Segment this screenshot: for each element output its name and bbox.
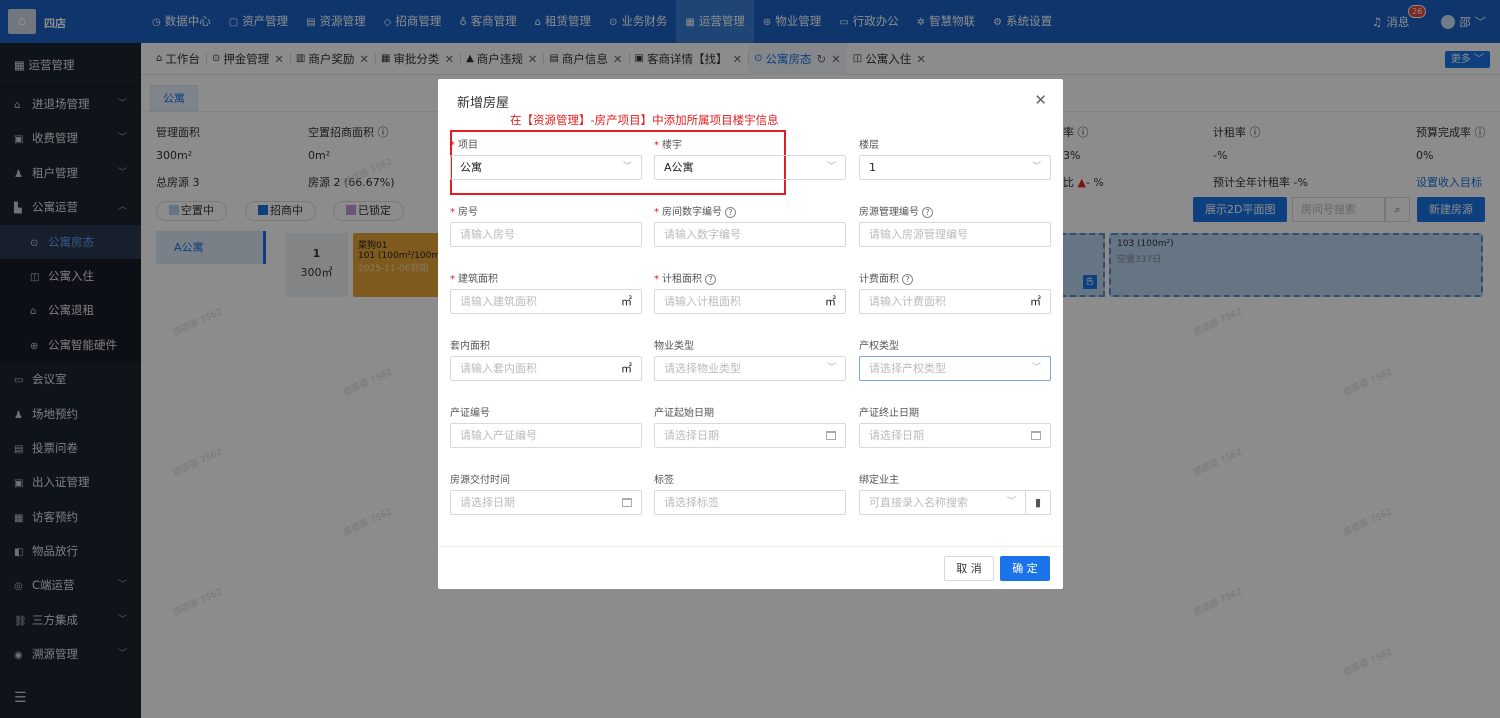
help-icon[interactable]: ? [902,274,913,285]
field-cert-start: 产证起始日期 请选择日期 [654,404,846,448]
confirm-button[interactable]: 确 定 [1000,556,1050,581]
required-mark: * [654,207,659,218]
field-label: 楼层 [859,140,879,151]
field-label: * 项目 [450,140,478,151]
floor-select[interactable]: 1 ﹀ [859,155,1051,180]
ownership-type-select[interactable]: 请选择产权类型 ﹀ [859,356,1051,381]
field-delivery-time: 房源交付时间 请选择日期 [450,471,642,515]
clipboard-icon[interactable]: ▮ [1025,491,1050,514]
field-label: 房源交付时间 [450,475,510,486]
field-cert-end: 产证终止日期 请选择日期 [859,404,1051,448]
help-icon[interactable]: ? [725,207,736,218]
field-label: * 房间数字编号? [654,203,846,218]
cert-end-date[interactable]: 请选择日期 [859,423,1051,448]
building-select[interactable]: A公寓 ﹀ [654,155,846,180]
field-label: 套内面积 [450,341,490,352]
field-label: * 建筑面积 [450,274,498,285]
required-mark: * [450,207,455,218]
field-ownership-type: 产权类型 请选择产权类型 ﹀ [859,337,1051,381]
field-label: 计费面积? [859,270,1051,285]
field-rent-area: * 计租面积? 请输入计租面积㎡ [654,270,846,314]
field-mgmt-no: 房源管理编号? 请输入房源管理编号 [859,203,1051,247]
calendar-icon [826,431,836,440]
field-label: 物业类型 [654,341,694,352]
required-mark: * [654,140,659,151]
field-label: * 计租面积? [654,270,846,285]
project-select[interactable]: 公寓 ﹀ [450,155,642,180]
required-mark: * [654,274,659,285]
unit-suffix: ㎡ [1030,295,1041,308]
field-label: * 楼宇 [654,140,682,151]
cancel-button[interactable]: 取 消 [944,556,994,581]
dialog-footer-divider [438,546,1063,547]
field-label: 产证终止日期 [859,408,919,419]
field-property-type: 物业类型 请选择物业类型 ﹀ [654,337,846,381]
required-mark: * [450,140,455,151]
field-label: * 房号 [450,207,478,218]
room-digit-input[interactable]: 请输入数字编号 [654,222,846,247]
help-icon[interactable]: ? [705,274,716,285]
property-type-select[interactable]: 请选择物业类型 ﹀ [654,356,846,381]
chevron-down-icon: ﹀ [826,162,836,172]
cert-start-date[interactable]: 请选择日期 [654,423,846,448]
tags-select[interactable]: 请选择标签 [654,490,846,515]
close-icon[interactable]: ✕ [1034,91,1047,109]
build-area-input[interactable]: 请输入建筑面积㎡ [450,289,642,314]
calendar-icon [622,498,632,507]
field-label: 产证起始日期 [654,408,714,419]
cert-no-input[interactable]: 请输入产证编号 [450,423,642,448]
unit-suffix: ㎡ [825,295,836,308]
field-label: 产证编号 [450,408,490,419]
field-tags: 标签 请选择标签 [654,471,846,515]
field-floor: 楼层 1 ﹀ [859,136,1051,180]
chevron-down-icon: ﹀ [826,363,836,373]
field-label: 绑定业主 [859,475,899,486]
chevron-down-icon: ﹀ [1006,497,1016,507]
field-cert-no: 产证编号 请输入产证编号 [450,404,642,448]
fee-area-input[interactable]: 请输入计费面积㎡ [859,289,1051,314]
delivery-date[interactable]: 请选择日期 [450,490,642,515]
field-room-no: * 房号 请输入房号 [450,203,642,247]
mgmt-no-input[interactable]: 请输入房源管理编号 [859,222,1051,247]
chevron-down-icon: ﹀ [1031,162,1041,172]
field-project: * 项目 公寓 ﹀ [450,136,642,180]
unit-suffix: ㎡ [621,295,632,308]
help-icon[interactable]: ? [922,207,933,218]
owner-select[interactable]: 可直接录入名称搜索 ﹀ ▮ [859,490,1051,515]
chevron-down-icon: ﹀ [622,162,632,172]
annotation-text: 在【资源管理】-房产项目】中添加所属项目楼宇信息 [510,113,779,127]
unit-suffix: ㎡ [621,362,632,375]
field-inner-area: 套内面积 请输入套内面积㎡ [450,337,642,381]
field-label: 房源管理编号? [859,203,1051,218]
field-fee-area: 计费面积? 请输入计费面积㎡ [859,270,1051,314]
inner-area-input[interactable]: 请输入套内面积㎡ [450,356,642,381]
chevron-down-icon: ﹀ [1031,363,1041,373]
room-no-input[interactable]: 请输入房号 [450,222,642,247]
field-label: 标签 [654,475,674,486]
dialog-title: 新增房屋 [457,96,510,111]
calendar-icon [1031,431,1041,440]
field-room-digit: * 房间数字编号? 请输入数字编号 [654,203,846,247]
new-room-dialog: 新增房屋 ✕ 在【资源管理】-房产项目】中添加所属项目楼宇信息 * 项目 公寓 ﹀ … [438,79,1063,589]
rent-area-input[interactable]: 请输入计租面积㎡ [654,289,846,314]
field-build-area: * 建筑面积 请输入建筑面积㎡ [450,270,642,314]
field-owner: 绑定业主 可直接录入名称搜索 ﹀ ▮ [859,471,1051,515]
field-building: * 楼宇 A公寓 ﹀ [654,136,846,180]
required-mark: * [450,274,455,285]
field-label: 产权类型 [859,341,899,352]
